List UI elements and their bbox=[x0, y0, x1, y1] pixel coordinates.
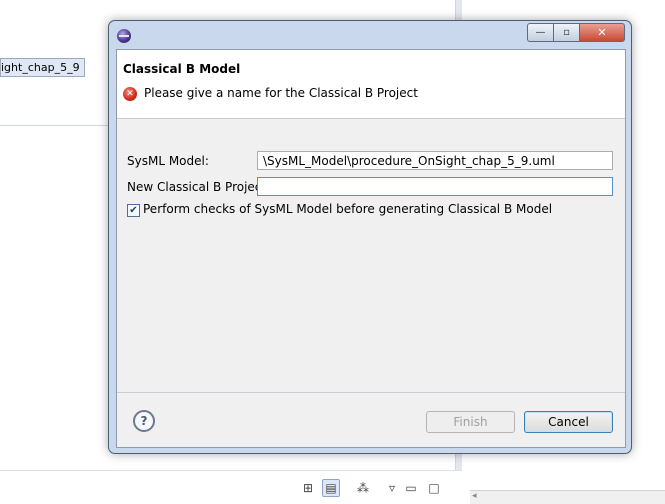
maximize-button[interactable]: ▫ bbox=[553, 23, 579, 42]
minimize-button[interactable]: — bbox=[527, 23, 553, 42]
close-button[interactable]: ✕ bbox=[579, 23, 625, 42]
outline-icon[interactable]: ▤ bbox=[322, 479, 340, 497]
hierarchy-icon[interactable]: ⁂ bbox=[355, 480, 371, 496]
tree-icon[interactable]: ⊞ bbox=[300, 480, 316, 496]
error-icon: ✕ bbox=[123, 87, 137, 101]
sysml-model-field[interactable] bbox=[257, 151, 613, 170]
view-menu-icon[interactable]: ▿ bbox=[384, 480, 400, 496]
new-project-label: New Classical B Project: bbox=[127, 180, 271, 194]
new-project-field[interactable] bbox=[257, 177, 613, 196]
scroll-left-icon[interactable]: ◂ bbox=[472, 491, 477, 501]
finish-button[interactable]: Finish bbox=[426, 411, 515, 433]
page-title: Classical B Model bbox=[123, 62, 241, 76]
perform-checks-checkbox[interactable]: ✔ bbox=[127, 204, 140, 217]
footer-divider bbox=[117, 392, 625, 393]
dialog-client-area: Classical B Model ✕ Please give a name f… bbox=[116, 49, 626, 448]
dialog-titlebar[interactable]: — ▫ ✕ bbox=[109, 21, 631, 47]
cancel-button[interactable]: Cancel bbox=[524, 411, 613, 433]
classical-b-model-dialog: — ▫ ✕ Classical B Model ✕ Please give a … bbox=[108, 20, 632, 454]
perform-checks-label[interactable]: Perform checks of SysML Model before gen… bbox=[143, 202, 552, 216]
maximize-view-icon[interactable]: □ bbox=[426, 480, 442, 496]
help-icon[interactable]: ? bbox=[133, 410, 155, 432]
sysml-model-label: SysML Model: bbox=[127, 154, 209, 168]
wizard-header: Classical B Model ✕ Please give a name f… bbox=[117, 50, 625, 119]
window-controls: — ▫ ✕ bbox=[527, 23, 625, 42]
minimize-view-icon[interactable]: ▭ bbox=[403, 480, 419, 496]
tree-item-selected[interactable]: ight_chap_5_9 bbox=[0, 58, 85, 77]
error-message: Please give a name for the Classical B P… bbox=[144, 86, 418, 100]
eclipse-icon bbox=[117, 29, 131, 43]
horizontal-scrollbar[interactable] bbox=[470, 490, 665, 504]
